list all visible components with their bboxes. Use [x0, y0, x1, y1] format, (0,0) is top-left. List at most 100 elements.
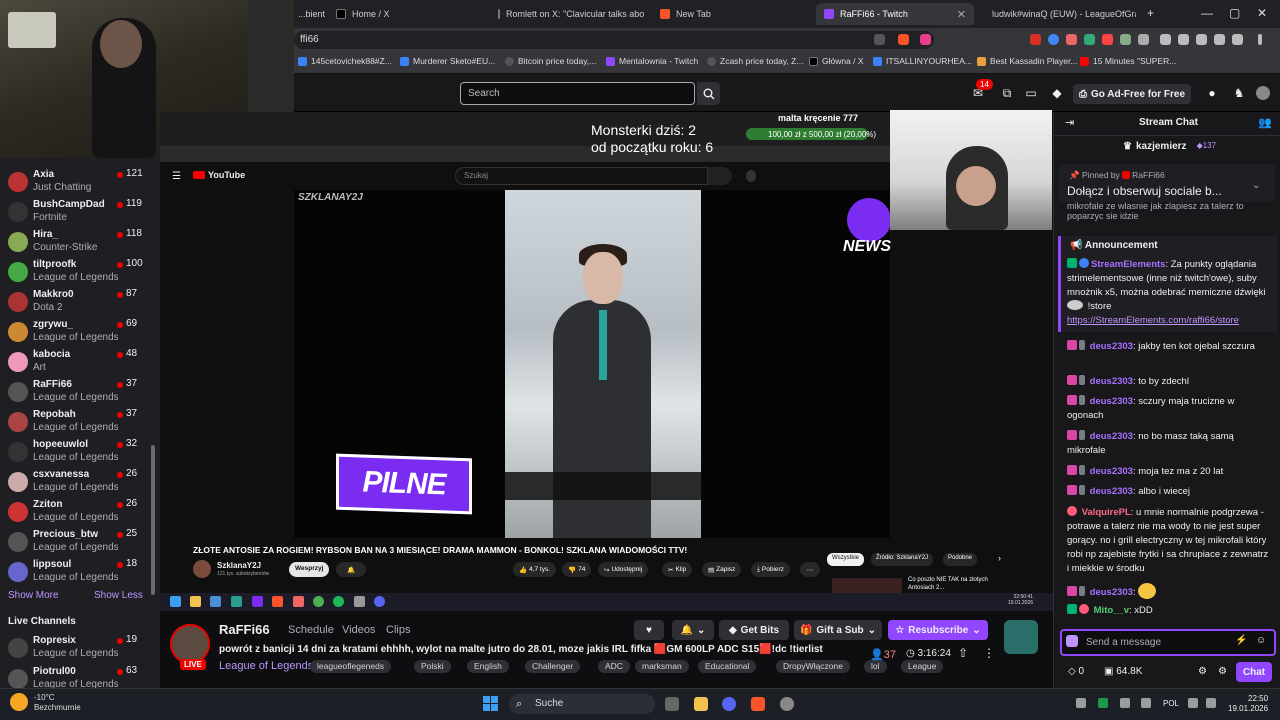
chip-all[interactable]: Wszystkie	[827, 553, 864, 566]
comments-button[interactable]: 👎 74	[562, 562, 592, 577]
bits-icon[interactable]: ●	[1205, 86, 1219, 100]
bookmark-item[interactable]: Murderer Sketo#EU...	[400, 56, 495, 66]
brave-icon[interactable]	[751, 697, 765, 711]
menu-icon[interactable]	[1258, 34, 1262, 45]
tray-icon[interactable]	[1141, 698, 1151, 708]
show-more-link[interactable]: Show More	[8, 590, 59, 601]
media-icon[interactable]	[1160, 34, 1171, 45]
bookmark-item[interactable]: 15 Minutes "SUPER...	[1080, 56, 1176, 66]
sidebar-channel-item[interactable]: zgrywu_ League of Legends 69	[6, 318, 154, 346]
bookmark-item[interactable]: ITSALLINYOURHEA...	[873, 56, 972, 66]
youtube-search-input[interactable]: Szukaj	[455, 167, 708, 185]
stream-tag[interactable]: marksman	[635, 660, 689, 673]
crown-icon[interactable]: ◆	[1050, 86, 1064, 100]
gear-icon[interactable]: ⚙	[1218, 666, 1227, 677]
volume-icon[interactable]	[1206, 698, 1216, 708]
like-button[interactable]: 👍 4,7 tys.	[513, 562, 557, 577]
brave-shields-icon[interactable]	[898, 34, 909, 45]
share-icon[interactable]: ⇧	[958, 646, 968, 660]
steam-icon[interactable]	[780, 697, 794, 711]
stream-tag[interactable]: leagueoflegeneds	[310, 660, 392, 673]
sidebar-channel-item[interactable]: csxvanessa League of Legends 26	[6, 468, 154, 496]
sidebar-channel-item[interactable]: Makkro0 Dota 2 87	[6, 288, 154, 316]
channel-points[interactable]: ◇ 0	[1068, 666, 1084, 677]
minimize-icon[interactable]: —	[1201, 6, 1213, 20]
sidebar-channel-item[interactable]: RaFFi66 League of Legends 37	[6, 378, 154, 406]
start-button[interactable]	[483, 696, 499, 712]
chat-username[interactable]: ValquirePL	[1082, 507, 1131, 518]
download-button[interactable]: ⤓ Pobierz	[751, 562, 790, 577]
chat-username[interactable]: deus2303	[1090, 431, 1133, 442]
tab-twitch-active[interactable]: RaFFi66 - Twitch ✕	[816, 3, 974, 25]
stream-tag[interactable]: Challenger	[525, 660, 581, 673]
sidebar-channel-item[interactable]: Axia Just Chatting 121	[6, 168, 154, 196]
extension-icon[interactable]	[1120, 34, 1131, 45]
sidebar-channel-item[interactable]: Repobah League of Legends 37	[6, 408, 154, 436]
stream-tag[interactable]: League	[901, 660, 944, 673]
tray-icon[interactable]	[1120, 698, 1130, 708]
network-icon[interactable]	[1188, 698, 1198, 708]
chat-username[interactable]: deus2303	[1090, 587, 1133, 598]
extension-icon[interactable]	[1030, 34, 1041, 45]
stream-tag[interactable]: Educational	[698, 660, 757, 673]
sidebar-channel-item[interactable]: Zziton League of Legends 26	[6, 498, 154, 526]
whispers-icon[interactable]: ⧉	[1000, 86, 1014, 100]
input-language[interactable]: POL	[1163, 699, 1179, 708]
chat-send-button[interactable]: Chat	[1236, 662, 1272, 682]
chip-source[interactable]: Źródło: SzklanaY2J	[871, 553, 934, 566]
prime-icon[interactable]: ♞	[1232, 86, 1246, 100]
sidebar-channel-item[interactable]: hopeeuwlol League of Legends 32	[6, 438, 154, 466]
bookmark-item[interactable]: Zcash price today, Z...	[707, 56, 803, 66]
chat-username[interactable]: deus2303	[1090, 396, 1133, 407]
tab-clips[interactable]: Clips	[386, 624, 410, 636]
chip-next-icon[interactable]: ›	[998, 553, 1001, 563]
wallet-icon[interactable]	[1214, 34, 1225, 45]
system-clock[interactable]: 22:50 19.01.2026	[1228, 694, 1268, 714]
maximize-icon[interactable]: ▢	[1229, 6, 1240, 20]
share-button[interactable]: ↪ Udostępnij	[598, 562, 649, 577]
chat-bubble-icon[interactable]: ▭	[1024, 86, 1038, 100]
microphone-icon[interactable]	[746, 170, 756, 182]
support-button[interactable]: Wesprzyj	[289, 562, 330, 577]
chat-username[interactable]: deus2303	[1090, 486, 1133, 497]
spotify-tray-icon[interactable]	[1098, 698, 1108, 708]
chat-username[interactable]: deus2303	[1090, 376, 1133, 387]
task-view-icon[interactable]	[665, 697, 679, 711]
bits-leaderboard[interactable]: ♛ kazjemierz ◆137	[1123, 141, 1216, 152]
hamburger-icon[interactable]: ☰	[172, 171, 181, 182]
bits-cheer-icon[interactable]: ⚡	[1235, 635, 1247, 646]
resubscribe-button[interactable]: ☆ Resubscribe ⌄	[888, 620, 988, 640]
chat-username[interactable]: deus2303	[1090, 466, 1133, 477]
tab-leagueofgraphs[interactable]: ludwik#winaQ (EUW) - LeagueOfGra	[986, 3, 1136, 25]
stream-tag[interactable]: English	[467, 660, 509, 673]
sidebar-channel-item[interactable]: Precious_btw League of Legends 25	[6, 528, 154, 556]
tab-new-tab[interactable]: New Tab	[660, 3, 810, 25]
chevron-down-icon[interactable]: ⌄	[1252, 180, 1260, 191]
show-less-link[interactable]: Show Less	[94, 590, 143, 601]
close-tab-icon[interactable]: ✕	[957, 8, 966, 21]
extension-icon[interactable]	[1048, 34, 1059, 45]
tab-schedule[interactable]: Schedule	[288, 624, 334, 636]
gift-sub-button[interactable]: 🎁 Gift a Sub ⌄	[794, 620, 882, 640]
go-ad-free-button[interactable]: ⎙ Go Ad-Free for Free	[1073, 84, 1191, 104]
notifications-button[interactable]: 🔔 ⌄	[672, 620, 714, 640]
youtube-channel-avatar[interactable]	[193, 560, 211, 578]
tab-x-home[interactable]: Home / X	[336, 3, 486, 25]
sidebar-channel-item[interactable]: Ropresix League of Legends 19	[6, 634, 154, 662]
chat-username[interactable]: Mito__v	[1094, 605, 1129, 616]
sidebar-channel-item[interactable]: Hira_ Counter-Strike 118	[6, 228, 154, 256]
community-icon[interactable]: 👥	[1258, 116, 1272, 129]
settings-icon[interactable]: ⚙	[1198, 666, 1207, 677]
bookmark-item[interactable]: Mentalownia - Twitch	[606, 56, 698, 66]
save-button[interactable]: ▤ Zapisz	[702, 562, 742, 577]
extension-icon[interactable]	[1084, 34, 1095, 45]
more-options-icon[interactable]: ⋮	[983, 646, 995, 660]
extension-icon[interactable]	[1102, 34, 1113, 45]
stream-tag[interactable]: DropyWłączone	[776, 660, 850, 673]
bookmark-item[interactable]: 145cetovichek88#Z...	[298, 56, 392, 66]
extensions-puzzle-icon[interactable]	[1138, 34, 1149, 45]
sidebar-scrollbar[interactable]	[151, 445, 155, 595]
youtube-logo[interactable]: YouTube	[193, 170, 245, 180]
chat-username[interactable]: StreamElements	[1091, 259, 1165, 270]
chevron-up-icon[interactable]	[1076, 698, 1086, 708]
